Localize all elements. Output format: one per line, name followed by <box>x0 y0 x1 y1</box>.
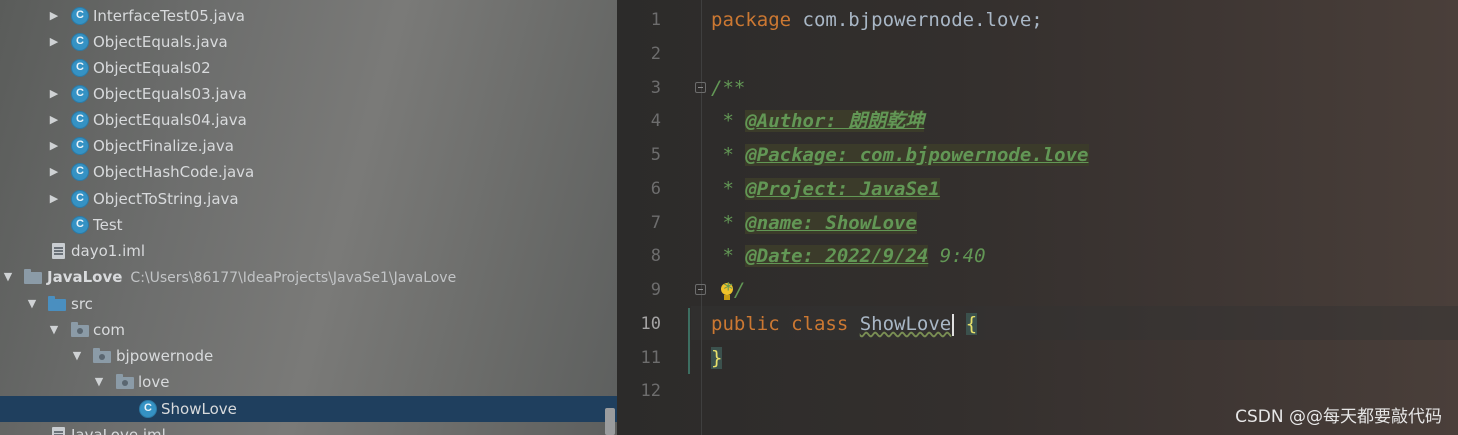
close-brace: } <box>711 347 723 369</box>
project-tree: ▶ C InterfaceTest05.java ▶ C ObjectEqual… <box>0 0 617 435</box>
module-name: JavaLove <box>47 268 123 286</box>
code-line-3: /** <box>711 77 746 99</box>
module-path: C:\Users\86177\IdeaProjects\JavaSe1\Java… <box>130 270 457 286</box>
line-number: 7 <box>650 213 661 233</box>
module-folder-icon <box>24 269 42 284</box>
tree-item-test[interactable]: C Test <box>0 212 617 238</box>
code-line-10: public class ShowLove { <box>711 313 978 336</box>
fold-collapse-icon[interactable] <box>695 82 706 93</box>
expand-arrow-icon[interactable]: ▶ <box>48 133 60 159</box>
line-number: 4 <box>650 111 661 131</box>
line-number: 11 <box>640 348 661 368</box>
package-folder-icon <box>93 348 111 363</box>
class-icon: C <box>139 400 157 418</box>
tree-item-javalove-iml[interactable]: JavaLove.iml <box>0 422 617 435</box>
class-icon: C <box>71 7 89 25</box>
code-line-4: * @Author: 朗朗乾坤 <box>711 110 925 132</box>
tree-item-love[interactable]: ▼ love <box>0 369 617 395</box>
tree-item-objectfinalize[interactable]: ▶ C ObjectFinalize.java <box>0 133 617 159</box>
collapse-arrow-icon[interactable]: ▼ <box>93 369 105 395</box>
line-number: 2 <box>650 44 661 64</box>
line-number: 5 <box>650 145 661 165</box>
tree-item-label: ObjectEquals04.java <box>93 111 247 129</box>
package-folder-icon <box>116 374 134 389</box>
code-line-7: * @name: ShowLove <box>711 212 917 234</box>
tree-item-label: InterfaceTest05.java <box>93 7 245 25</box>
tree-item-label: src <box>71 295 93 313</box>
expand-arrow-icon[interactable]: ▶ <box>48 159 60 185</box>
expand-arrow-icon[interactable]: ▶ <box>48 29 60 55</box>
line-number: 9 <box>650 280 661 300</box>
tree-item-interfacetest05[interactable]: ▶ C InterfaceTest05.java <box>0 3 617 29</box>
tree-item-objectequals03[interactable]: ▶ C ObjectEquals03.java <box>0 81 617 107</box>
code-line-9: */ <box>711 279 746 301</box>
tree-item-objecthashcode[interactable]: ▶ C ObjectHashCode.java <box>0 159 617 185</box>
line-number: 1 <box>650 10 661 30</box>
expand-arrow-icon[interactable]: ▶ <box>48 107 60 133</box>
tree-item-label: ObjectEquals.java <box>93 33 228 51</box>
tree-item-label: ObjectFinalize.java <box>93 137 234 155</box>
tree-item-objectequals04[interactable]: ▶ C ObjectEquals04.java <box>0 107 617 133</box>
iml-file-icon <box>52 243 65 259</box>
expand-arrow-icon[interactable]: ▶ <box>48 3 60 29</box>
line-number: 12 <box>640 381 661 401</box>
csdn-watermark: CSDN @@每天都要敲代码 <box>1235 407 1442 427</box>
tree-item-javalove-module[interactable]: ▼ JavaLove C:\Users\86177\IdeaProjects\Ja… <box>0 264 617 290</box>
tree-item-label: ObjectEquals03.java <box>93 85 247 103</box>
class-icon: C <box>71 111 89 129</box>
tree-item-objecttostring[interactable]: ▶ C ObjectToString.java <box>0 186 617 212</box>
code-line-11: } <box>711 341 723 375</box>
code-line-8: * @Date: 2022/9/24 9:40 <box>711 245 986 267</box>
code-line-5: * @Package: com.bjpowernode.love <box>711 144 1089 166</box>
tree-item-label: ShowLove <box>161 400 237 418</box>
source-folder-icon <box>48 296 66 311</box>
tree-item-com[interactable]: ▼ com <box>0 317 617 343</box>
line-number: 8 <box>650 246 661 266</box>
collapse-arrow-icon[interactable]: ▼ <box>48 317 60 343</box>
line-number: 3 <box>650 78 661 98</box>
tree-item-label: love <box>138 373 170 391</box>
class-name: ShowLove <box>859 313 952 335</box>
tree-scrollbar[interactable] <box>605 408 615 435</box>
tree-item-src[interactable]: ▼ src <box>0 291 617 317</box>
tree-item-dayo1-iml[interactable]: dayo1.iml <box>0 238 617 264</box>
fold-collapse-icon[interactable] <box>695 284 706 295</box>
class-icon: C <box>71 33 89 51</box>
tree-item-label: com <box>93 321 126 339</box>
class-icon: C <box>71 163 89 181</box>
collapse-arrow-icon[interactable]: ▼ <box>26 291 38 317</box>
iml-file-icon <box>52 427 65 435</box>
class-icon: C <box>71 190 89 208</box>
collapse-arrow-icon[interactable]: ▼ <box>2 264 14 290</box>
expand-arrow-icon[interactable]: ▶ <box>48 186 60 212</box>
tree-item-label: dayo1.iml <box>71 242 146 260</box>
code-line-1: package com.bjpowernode.love; <box>711 9 1043 31</box>
open-brace: { <box>965 313 978 335</box>
tree-item-label: Test <box>93 216 123 234</box>
class-icon: C <box>71 216 89 234</box>
package-folder-icon <box>71 322 89 337</box>
class-icon: C <box>71 137 89 155</box>
tree-item-label: bjpowernode <box>116 347 214 365</box>
class-icon: C <box>71 59 89 77</box>
tree-item-label: ObjectEquals02 <box>93 59 211 77</box>
code-line-6: * @Project: JavaSe1 <box>711 178 940 200</box>
expand-arrow-icon[interactable]: ▶ <box>48 81 60 107</box>
tree-item-label: JavaLove.iml <box>71 426 166 435</box>
tree-item-label: ObjectToString.java <box>93 190 239 208</box>
line-number-active: 10 <box>640 314 661 334</box>
code-editor[interactable]: 1 2 3 4 5 6 7 8 9 10 11 12 package com.b… <box>617 0 1458 435</box>
tree-item-objectequals02[interactable]: C ObjectEquals02 <box>0 55 617 81</box>
vcs-change-marker <box>688 308 690 374</box>
tree-item-showlove[interactable]: C ShowLove <box>0 396 617 422</box>
tree-item-bjpowernode[interactable]: ▼ bjpowernode <box>0 343 617 369</box>
collapse-arrow-icon[interactable]: ▼ <box>71 343 83 369</box>
tree-item-objectequals[interactable]: ▶ C ObjectEquals.java <box>0 29 617 55</box>
class-icon: C <box>71 85 89 103</box>
tree-item-label: ObjectHashCode.java <box>93 163 255 181</box>
line-number: 6 <box>650 179 661 199</box>
